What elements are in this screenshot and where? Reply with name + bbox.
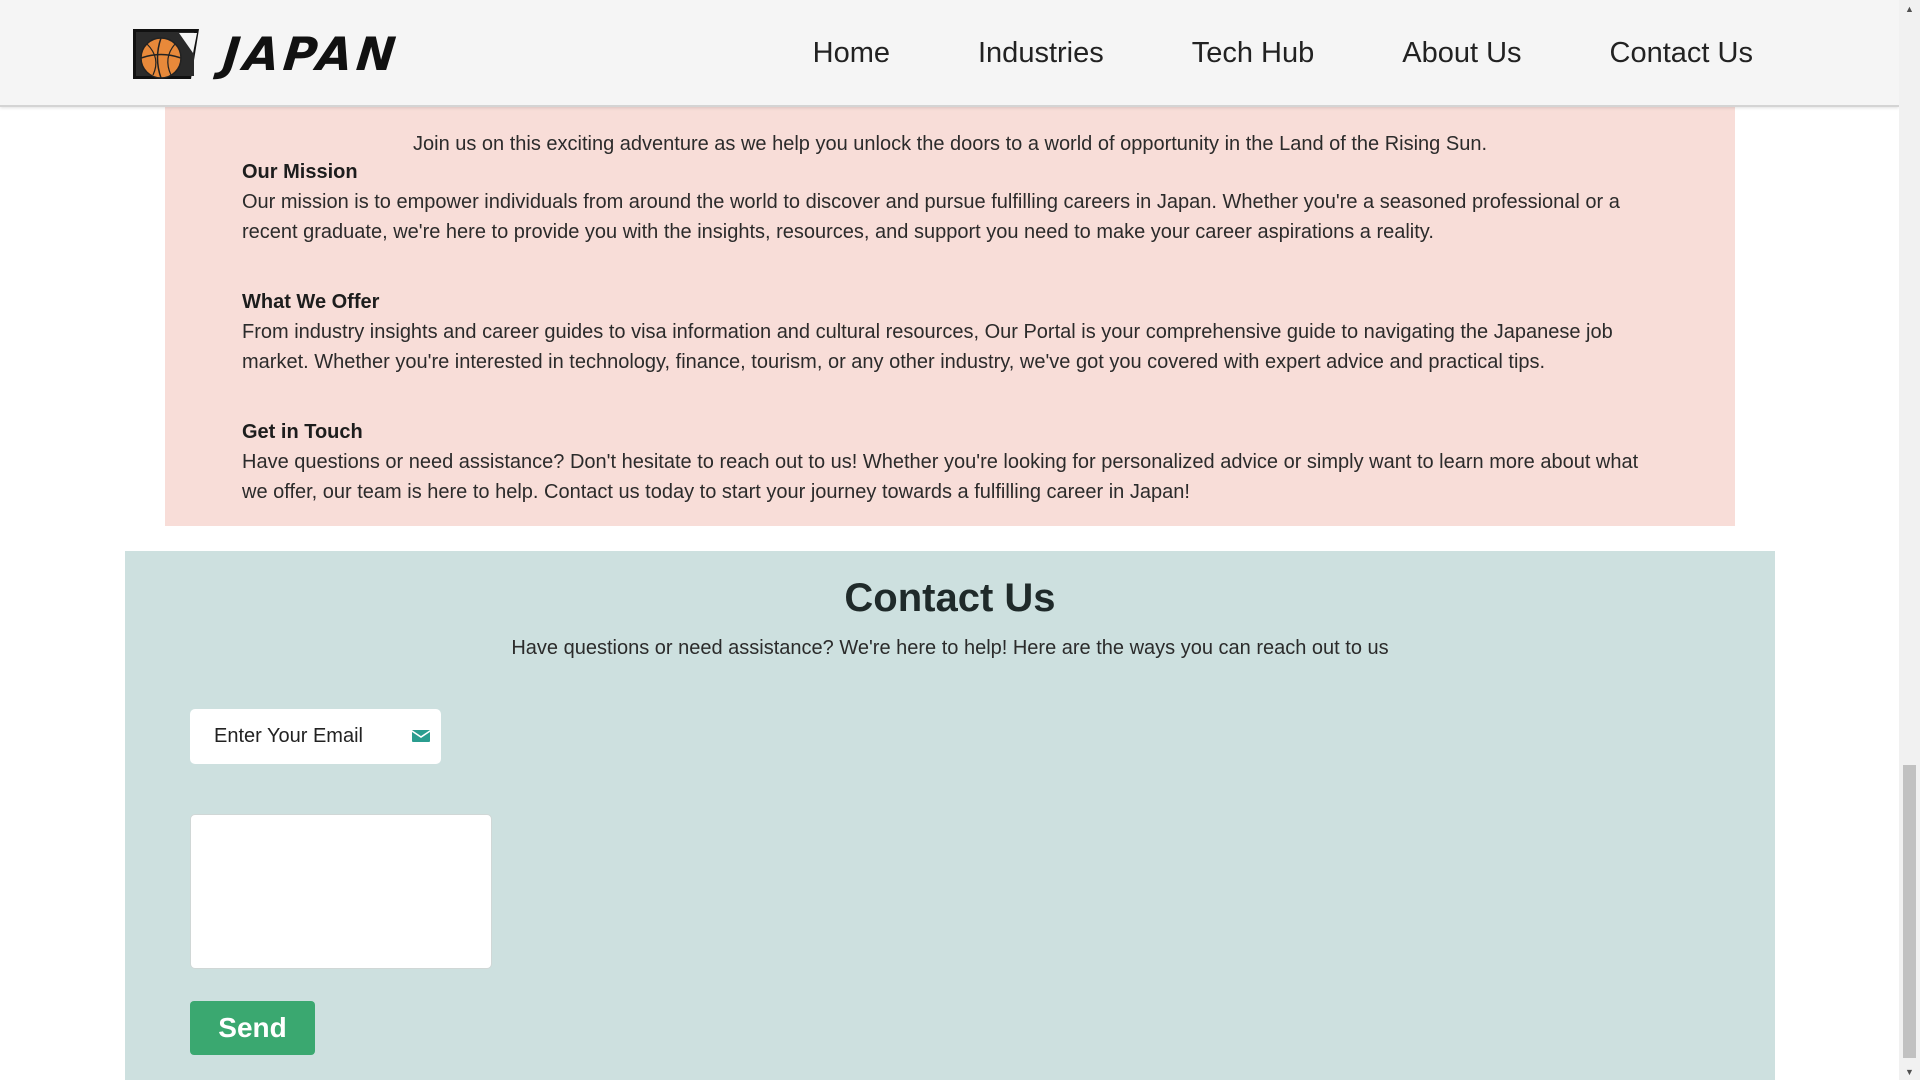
touch-heading: Get in Touch bbox=[242, 421, 363, 443]
mission-text: Our mission is to empower individuals fr… bbox=[242, 191, 1620, 243]
nav-link-home[interactable]: Home bbox=[813, 37, 890, 70]
nav-link-industries[interactable]: Industries bbox=[978, 37, 1104, 70]
nav-link-contact-us[interactable]: Contact Us bbox=[1610, 37, 1753, 70]
nav-link-tech-hub[interactable]: Tech Hub bbox=[1192, 37, 1315, 70]
page-viewport: JAPAN Home Industries Tech Hub About Us … bbox=[0, 0, 1899, 1080]
scrollbar-thumb[interactable] bbox=[1903, 765, 1916, 1058]
touch-block: Get in Touch Have questions or need assi… bbox=[242, 417, 1662, 507]
offer-block: What We Offer From industry insights and… bbox=[242, 287, 1662, 377]
contact-title: Contact Us bbox=[844, 576, 1056, 620]
navbar: JAPAN Home Industries Tech Hub About Us … bbox=[0, 0, 1899, 107]
brand-name: JAPAN bbox=[220, 27, 403, 81]
brand[interactable]: JAPAN bbox=[131, 26, 403, 82]
send-button[interactable]: Send bbox=[190, 1001, 315, 1055]
offer-text: From industry insights and career guides… bbox=[242, 321, 1613, 373]
about-intro: Join us on this exciting adventure as we… bbox=[413, 133, 1487, 155]
japan-basketball-logo-icon bbox=[133, 29, 199, 79]
nav-link-about-us[interactable]: About Us bbox=[1402, 37, 1521, 70]
email-input[interactable] bbox=[214, 725, 404, 748]
contact-section: Contact Us Have questions or need assist… bbox=[125, 551, 1775, 1080]
about-section: Join us on this exciting adventure as we… bbox=[165, 107, 1735, 526]
offer-heading: What We Offer bbox=[242, 291, 380, 313]
vertical-scrollbar[interactable]: ▲ ▼ bbox=[1899, 0, 1920, 1080]
message-textarea[interactable] bbox=[190, 814, 492, 969]
nav-links: Home Industries Tech Hub About Us Contac… bbox=[813, 0, 1753, 107]
scroll-up-arrow-icon[interactable]: ▲ bbox=[1899, 0, 1920, 17]
touch-text: Have questions or need assistance? Don't… bbox=[242, 451, 1639, 503]
contact-subtitle: Have questions or need assistance? We're… bbox=[511, 637, 1389, 659]
mission-heading: Our Mission bbox=[242, 161, 358, 183]
scroll-down-arrow-icon[interactable]: ▼ bbox=[1899, 1063, 1920, 1080]
email-field-wrapper bbox=[190, 709, 441, 764]
mission-block: Our Mission Our mission is to empower in… bbox=[242, 157, 1662, 247]
mail-icon bbox=[411, 730, 431, 742]
